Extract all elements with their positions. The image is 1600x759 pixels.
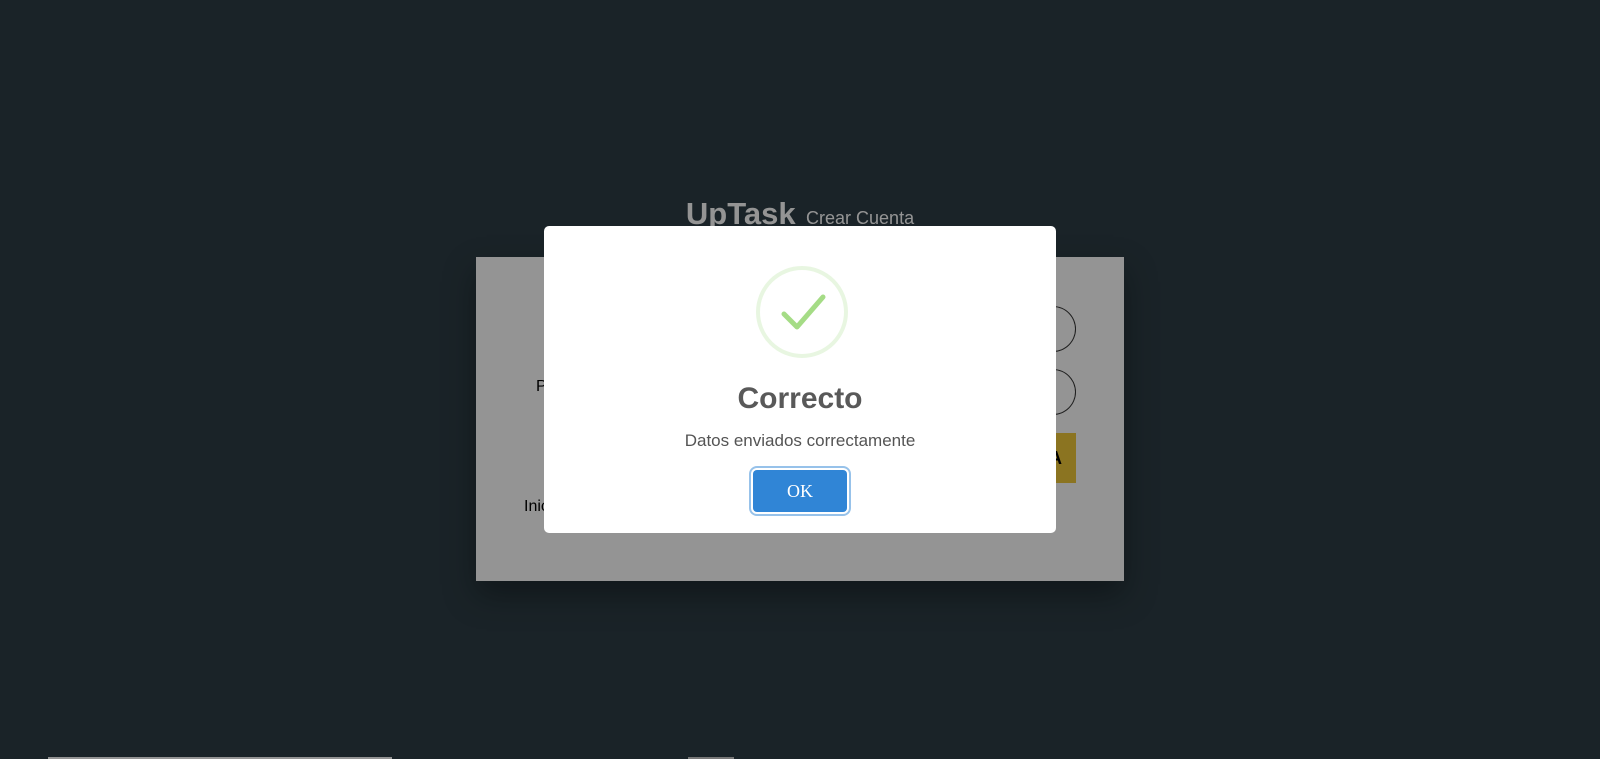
page: UpTask Crear Cuenta P A Inic Correcto Da… [0,0,1600,759]
success-dialog: Correcto Datos enviados correctamente OK [544,226,1056,533]
dialog-message: Datos enviados correctamente [684,431,916,450]
dialog-title: Correcto [737,382,863,415]
ok-button[interactable]: OK [753,470,847,512]
success-checkmark-icon [756,266,848,358]
